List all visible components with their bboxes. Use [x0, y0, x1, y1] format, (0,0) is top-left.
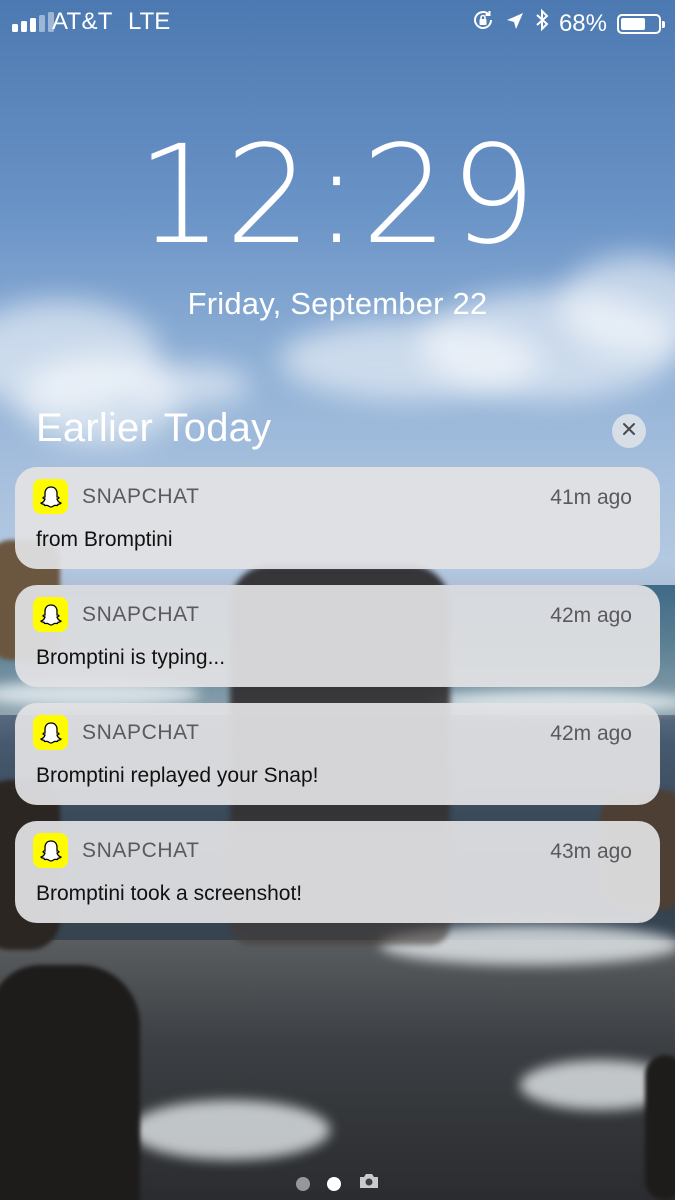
notification-app-name: SNAPCHAT: [82, 485, 200, 508]
notification-time: 42m ago: [550, 722, 632, 745]
notification-time: 42m ago: [550, 604, 632, 627]
carrier-name: AT&T: [52, 8, 113, 35]
page-dot[interactable]: [295, 1176, 310, 1191]
camera-icon[interactable]: [358, 1172, 380, 1195]
notification-body: from Bromptini: [36, 528, 173, 551]
notification-app-name: SNAPCHAT: [82, 721, 200, 744]
close-icon: [621, 421, 637, 442]
location-arrow-icon: [505, 10, 525, 38]
orientation-lock-icon: [471, 8, 495, 39]
notification-body: Bromptini is typing...: [36, 646, 226, 669]
notification-time: 43m ago: [550, 840, 632, 863]
battery-percentage: 68%: [558, 9, 607, 37]
notification-card[interactable]: SNAPCHAT 41m ago from Bromptini: [15, 467, 660, 569]
clear-notifications-button[interactable]: [612, 414, 646, 448]
lock-screen-date: Friday, September 22: [187, 286, 488, 321]
notification-body: Bromptini replayed your Snap!: [36, 764, 319, 787]
snapchat-ghost-icon: [33, 597, 68, 632]
notification-app-name: SNAPCHAT: [82, 839, 200, 862]
notification-list: SNAPCHAT 41m ago from Bromptini SNAPCHAT…: [15, 467, 660, 939]
notification-app-name: SNAPCHAT: [82, 603, 200, 626]
bluetooth-icon: [535, 8, 549, 39]
notification-time: 41m ago: [550, 486, 632, 509]
snapchat-ghost-icon: [33, 479, 68, 514]
snapchat-ghost-icon: [33, 833, 68, 868]
notifications-section-title: Earlier Today: [36, 406, 272, 450]
lock-screen-time: 12:29: [136, 117, 539, 275]
battery-icon: [617, 13, 665, 34]
snapchat-ghost-icon: [33, 715, 68, 750]
notification-body: Bromptini took a screenshot!: [36, 882, 303, 905]
page-indicator[interactable]: [0, 1172, 675, 1195]
page-dot-active[interactable]: [326, 1176, 341, 1191]
notification-card[interactable]: SNAPCHAT 43m ago Bromptini took a screen…: [15, 821, 660, 923]
cellular-signal-icon: [12, 12, 54, 32]
status-bar: AT&T LTE 68%: [0, 0, 675, 44]
notification-card[interactable]: SNAPCHAT 42m ago Bromptini is typing...: [15, 585, 660, 687]
network-type: LTE: [128, 8, 171, 35]
notification-card[interactable]: SNAPCHAT 42m ago Bromptini replayed your…: [15, 703, 660, 805]
